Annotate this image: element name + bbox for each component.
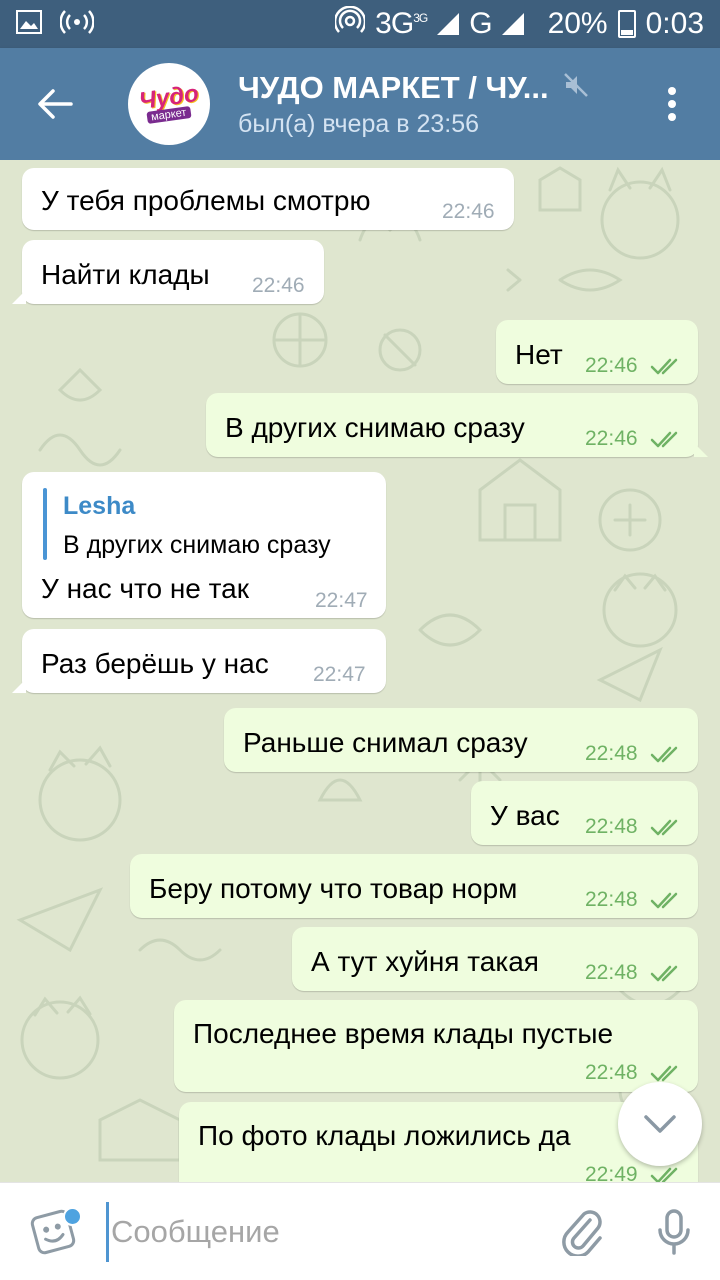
reply-author: Lesha	[63, 492, 136, 520]
chat-title: ЧУДО МАРКЕТ / ЧУ...	[238, 69, 549, 105]
message-text: По фото клады ложились да	[198, 1120, 571, 1151]
chat-info[interactable]: ЧУДО МАРКЕТ / ЧУ... был(а) вчера в 23:56	[238, 70, 589, 139]
message-text: У нас что не так	[41, 573, 249, 604]
clock: 0:03	[645, 7, 704, 40]
message-text: В других снимаю сразу	[225, 412, 525, 443]
mute-icon	[563, 72, 589, 103]
notification-dot	[63, 1206, 82, 1226]
double-check-icon	[650, 892, 678, 909]
message-bubble-outgoing[interactable]: Беру потому что товар норм 22:48	[130, 854, 698, 918]
message-text: Нет	[515, 339, 563, 370]
message-text: У тебя проблемы смотрю	[41, 185, 371, 216]
message-time: 22:48	[585, 1061, 638, 1084]
avatar[interactable]: Чудо маркет	[128, 63, 210, 145]
message-time: 22:46	[442, 200, 495, 223]
message-bubble-incoming[interactable]: У тебя проблемы смотрю 22:46	[22, 168, 514, 230]
message-bubble-incoming[interactable]: Lesha В других снимаю сразу У нас что не…	[22, 472, 386, 618]
message-text: А тут хуйня такая	[311, 946, 539, 977]
reply-text: В других снимаю сразу	[63, 531, 331, 559]
back-arrow-icon	[38, 89, 73, 119]
message-time: 22:48	[585, 815, 638, 838]
double-check-icon	[650, 358, 678, 375]
more-vert-icon	[668, 87, 676, 121]
double-check-icon	[650, 1167, 678, 1182]
message-list[interactable]: У тебя проблемы смотрю 22:46 Найти клады…	[0, 160, 720, 1182]
message-time: 22:47	[315, 589, 368, 612]
message-bubble-incoming[interactable]: Найти клады 22:46	[12, 240, 324, 304]
signal-icon	[437, 13, 460, 35]
battery-icon	[617, 10, 636, 38]
message-time: 22:48	[585, 888, 638, 911]
image-icon	[16, 9, 42, 39]
message-composer	[0, 1182, 720, 1280]
network-g-label: G	[469, 7, 492, 40]
more-button[interactable]	[624, 48, 720, 160]
paperclip-icon	[562, 1209, 602, 1256]
voice-button[interactable]	[628, 1183, 720, 1280]
status-bar: 3G3G G 20% 0:03	[0, 0, 720, 48]
message-text: Раз берёшь у нас	[41, 648, 269, 679]
sticker-button[interactable]	[0, 1183, 106, 1280]
wifi-icon	[333, 5, 367, 42]
message-input[interactable]	[106, 1201, 536, 1262]
message-time: 22:46	[585, 354, 638, 377]
message-text: Последнее время клады пустые	[193, 1018, 614, 1049]
chat-header: Чудо маркет ЧУДО МАРКЕТ / ЧУ... был(а) в…	[0, 48, 720, 160]
message-time: 22:46	[252, 274, 305, 297]
scroll-down-button[interactable]	[618, 1082, 702, 1166]
message-text: Раньше снимал сразу	[243, 727, 528, 758]
message-time: 22:48	[585, 742, 638, 765]
reply-quote-bar	[43, 488, 47, 560]
message-bubble-outgoing[interactable]: У вас 22:48	[471, 781, 698, 845]
attach-button[interactable]	[536, 1183, 628, 1280]
message-time: 22:48	[585, 961, 638, 984]
back-button[interactable]	[0, 48, 110, 160]
battery-label: 20%	[547, 7, 608, 40]
mic-icon	[658, 1208, 690, 1255]
message-time: 22:47	[313, 663, 366, 686]
double-check-icon	[650, 1065, 678, 1082]
signal-icon	[501, 13, 524, 35]
double-check-icon	[650, 819, 678, 836]
double-check-icon	[650, 746, 678, 763]
message-bubble-outgoing[interactable]: А тут хуйня такая 22:48	[292, 927, 698, 991]
message-bubble-incoming[interactable]: Раз берёшь у нас 22:47	[12, 629, 386, 693]
network-3g-label: 3G3G	[375, 7, 428, 40]
message-time: 22:46	[585, 427, 638, 450]
message-bubble-outgoing[interactable]: В других снимаю сразу 22:46	[206, 393, 708, 457]
double-check-icon	[650, 965, 678, 982]
chevron-down-icon	[644, 1115, 676, 1133]
hotspot-icon	[59, 9, 95, 40]
double-check-icon	[650, 431, 678, 448]
message-time: 22:49	[585, 1163, 638, 1182]
message-text: У вас	[490, 800, 560, 831]
message-text: Беру потому что товар норм	[149, 873, 518, 904]
chat-status: был(а) вчера в 23:56	[238, 109, 480, 138]
message-bubble-outgoing[interactable]: Последнее время клады пустые 22:48	[174, 1000, 698, 1092]
message-bubble-outgoing[interactable]: Раньше снимал сразу 22:48	[224, 708, 698, 772]
message-text: Найти клады	[41, 259, 210, 290]
message-bubble-outgoing[interactable]: Нет 22:46	[496, 320, 698, 384]
